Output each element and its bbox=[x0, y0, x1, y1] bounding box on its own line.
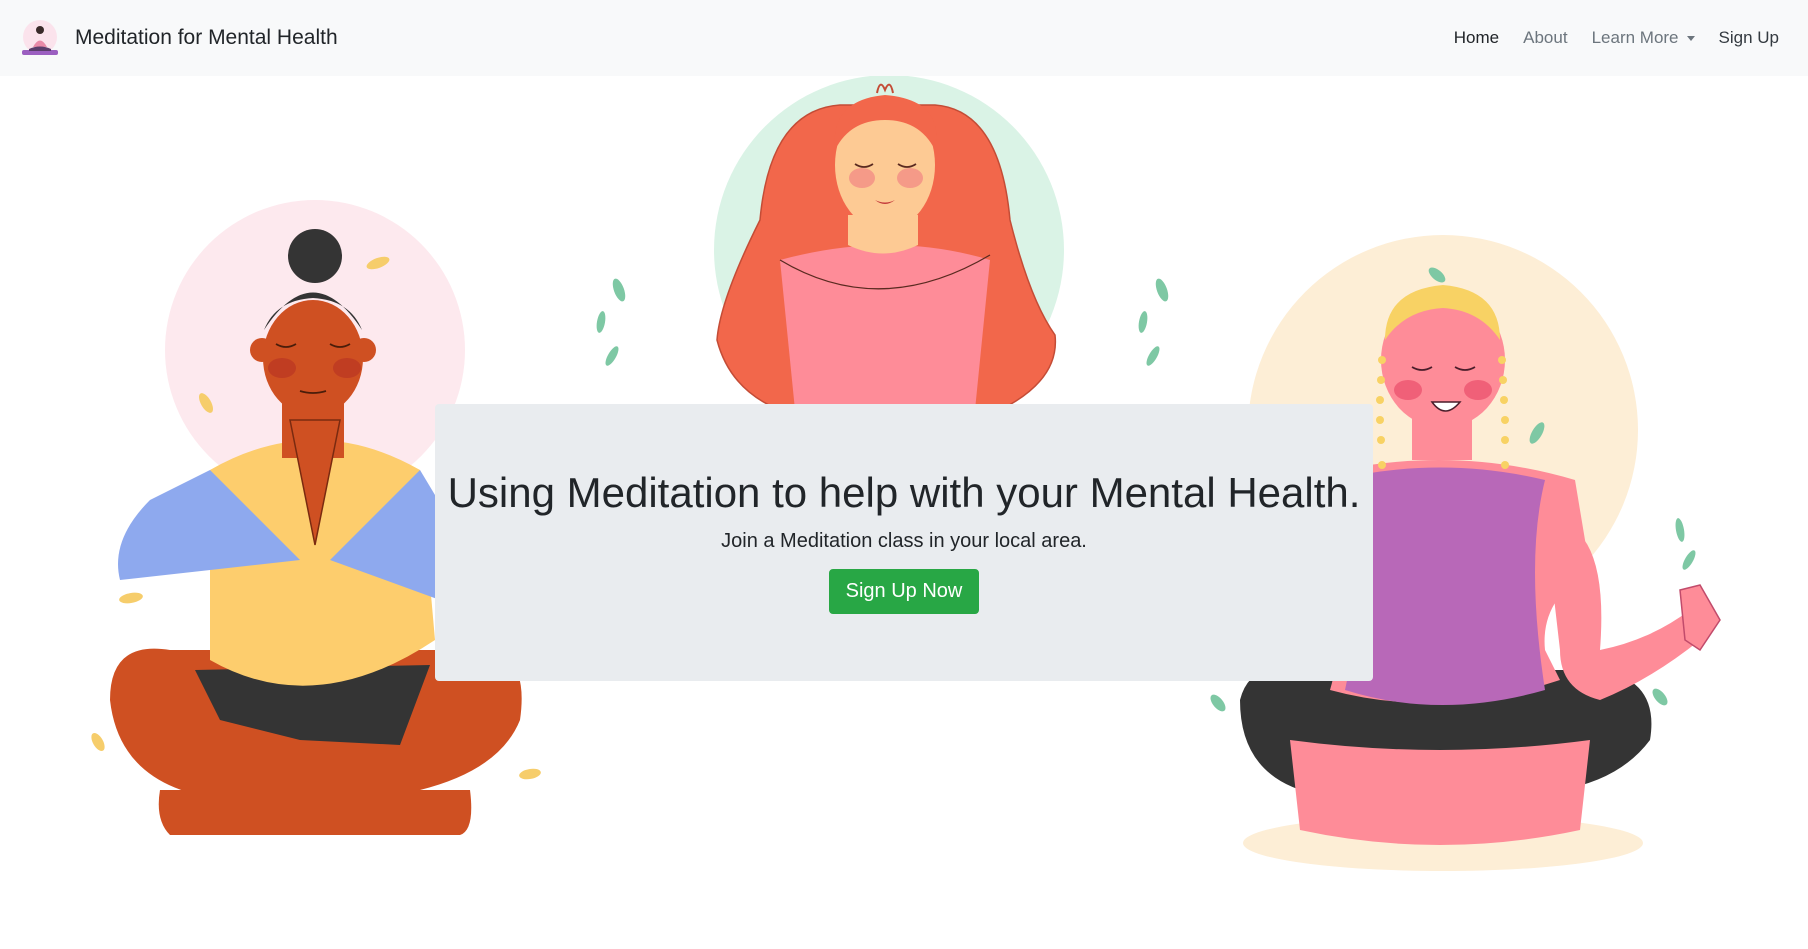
hero-heading: Using Meditation to help with your Menta… bbox=[447, 469, 1361, 516]
jumbotron: Using Meditation to help with your Menta… bbox=[435, 404, 1373, 681]
chevron-down-icon bbox=[1686, 35, 1695, 41]
nav-sign-up[interactable]: Sign Up bbox=[1719, 28, 1779, 48]
brand-name: Meditation for Mental Health bbox=[75, 26, 338, 49]
brand-link[interactable]: Meditation for Mental Health bbox=[19, 19, 338, 57]
meditation-logo-icon bbox=[22, 20, 58, 55]
nav-links: Home About Learn More Sign Up bbox=[1430, 0, 1779, 76]
nav-learn-more-dropdown[interactable]: Learn More bbox=[1592, 28, 1695, 48]
nav-learn-more-label: Learn More bbox=[1591, 28, 1679, 47]
nav-home[interactable]: Home bbox=[1454, 28, 1499, 48]
navbar: Meditation for Mental Health Home About … bbox=[0, 0, 1808, 76]
sign-up-now-button[interactable]: Sign Up Now bbox=[828, 569, 980, 615]
hero-subheading: Join a Meditation class in your local ar… bbox=[721, 530, 1087, 553]
nav-about[interactable]: About bbox=[1523, 28, 1567, 48]
